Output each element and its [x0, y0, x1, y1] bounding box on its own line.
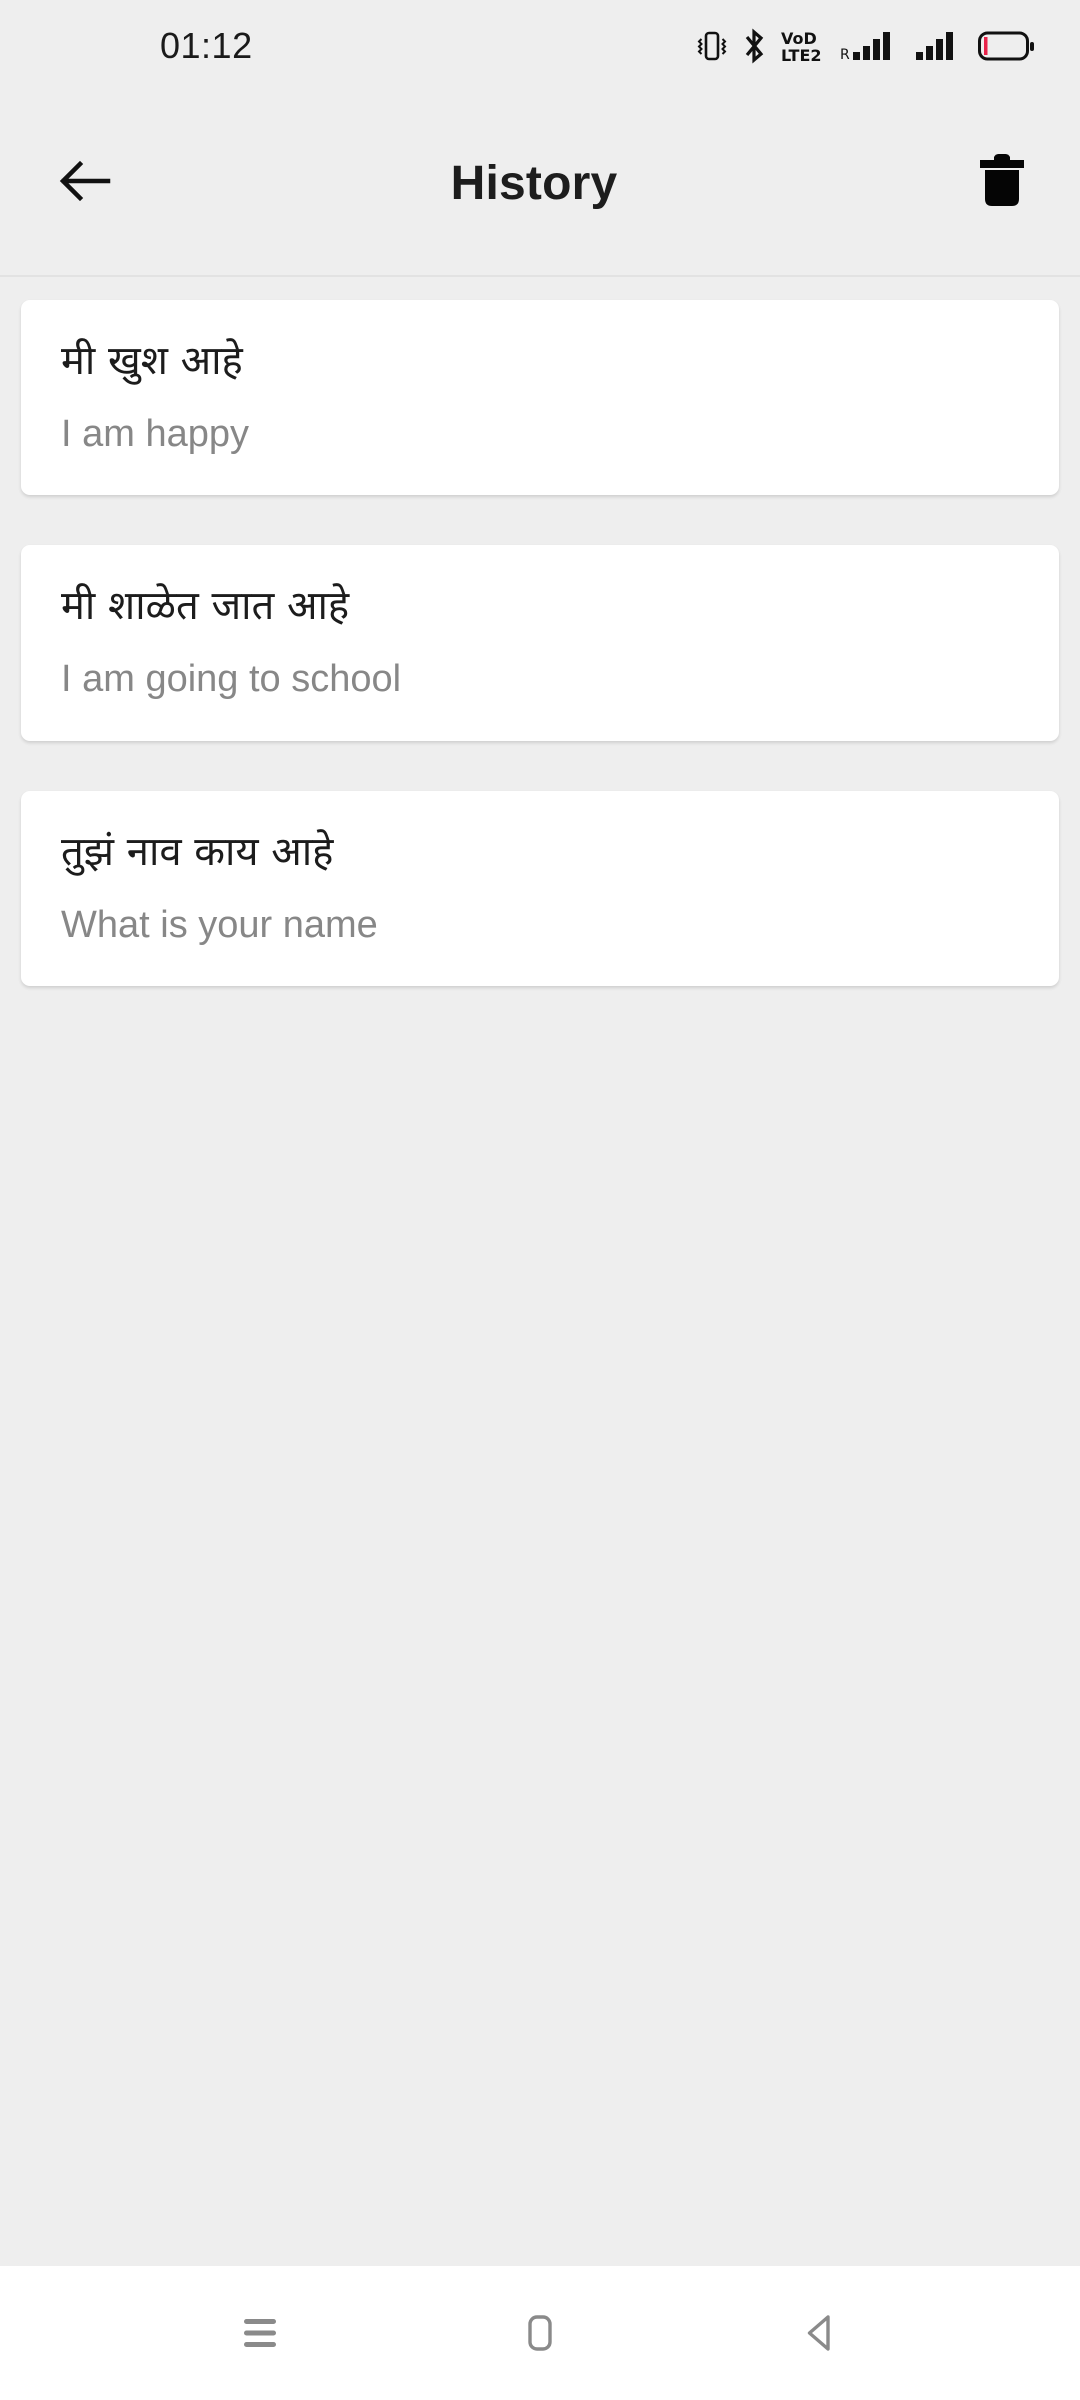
bluetooth-icon — [740, 27, 768, 65]
system-navigation-bar — [0, 2266, 1080, 2400]
hamburger-menu-icon — [230, 2305, 290, 2361]
history-list[interactable]: मी खुश आहे I am happy मी शाळेत जात आहे I… — [0, 279, 1080, 2266]
status-icon-group: VoD LTE2 R — [697, 0, 1036, 92]
history-item-source: मी खुश आहे — [61, 338, 243, 384]
volte-icon: VoD LTE2 — [781, 27, 827, 65]
home-button[interactable] — [480, 2283, 600, 2383]
svg-text:R: R — [840, 47, 850, 63]
app-bar: History — [0, 92, 1080, 277]
svg-text:LTE2: LTE2 — [781, 46, 822, 65]
delete-history-button[interactable] — [962, 144, 1042, 224]
signal-roaming-icon: R — [840, 27, 902, 65]
page-title: History — [450, 157, 618, 210]
history-item-translation: I am going to school — [61, 658, 402, 701]
trash-icon — [974, 151, 1030, 216]
status-clock: 01:12 — [160, 25, 253, 66]
history-item-translation: What is your name — [61, 903, 378, 946]
signal-bars-icon — [915, 27, 965, 65]
history-item[interactable]: मी शाळेत जात आहे I am going to school — [21, 545, 1059, 741]
vibrate-icon — [697, 28, 727, 64]
battery-icon — [978, 29, 1036, 63]
history-item[interactable]: मी खुश आहे I am happy — [21, 300, 1059, 496]
back-nav-button[interactable] — [760, 2283, 880, 2383]
status-bar: 01:12 VoD LTE2 R — [0, 0, 1080, 92]
history-item[interactable]: तुझं नाव काय आहे What is your name — [21, 790, 1059, 987]
recent-apps-button[interactable] — [200, 2283, 320, 2383]
home-square-icon — [510, 2303, 570, 2363]
history-item-translation: I am happy — [61, 413, 249, 455]
history-item-source: मी शाळेत जात आहे — [61, 583, 350, 630]
history-item-source: तुझं नाव काय आहे — [61, 828, 334, 875]
back-triangle-icon — [790, 2303, 850, 2363]
